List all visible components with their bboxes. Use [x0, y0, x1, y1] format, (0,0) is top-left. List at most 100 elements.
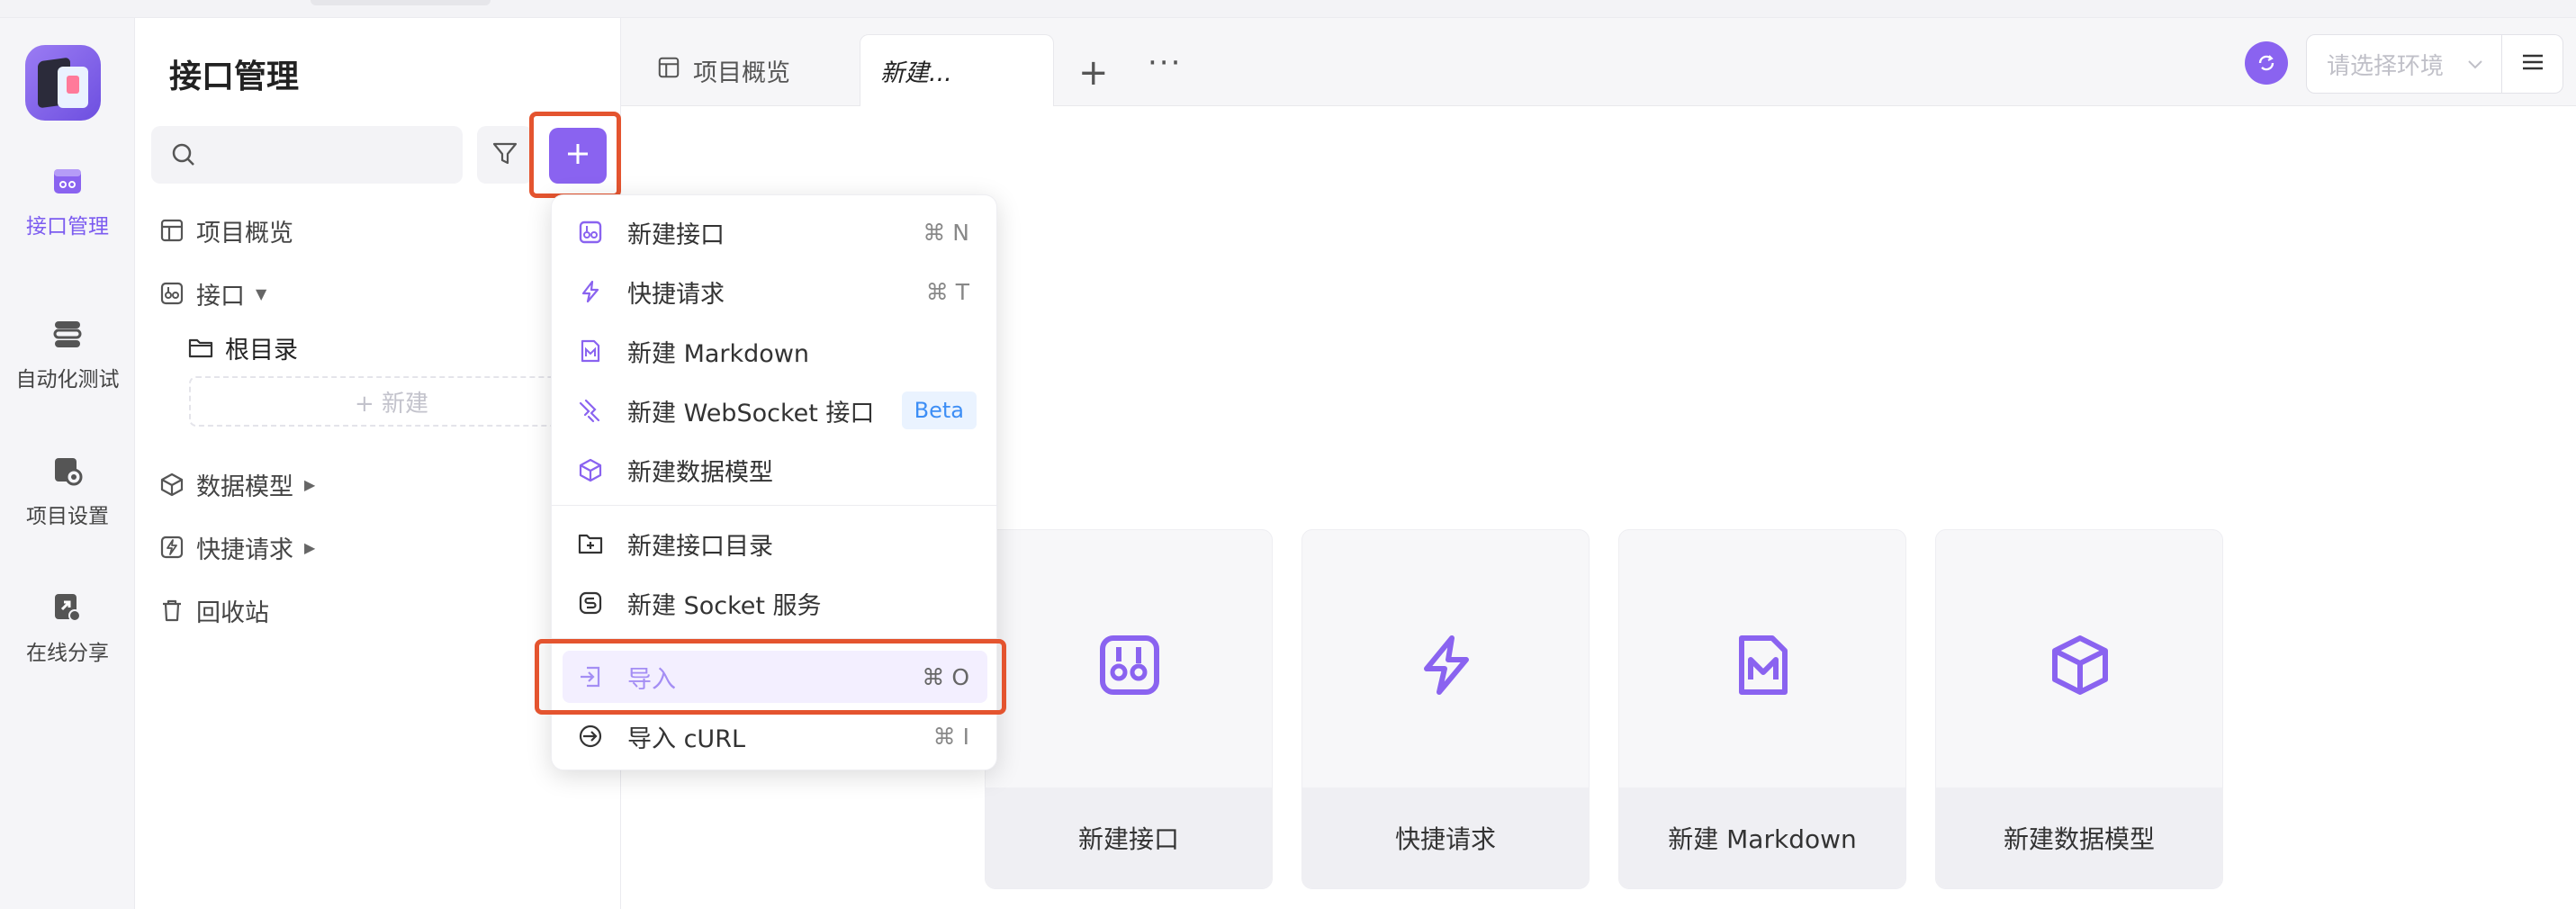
sidebar: 接口管理 项目概览 接口 ▼ 根目录 + 新建 数据模型 ▶ 快捷请求 ▶ 回收… [135, 18, 621, 909]
tab-label: 项目概览 [693, 58, 790, 87]
menu-item-new-socket-service[interactable]: 新建 Socket 服务 [563, 577, 987, 629]
menu-item-label: 新建 Socket 服务 [627, 591, 822, 620]
rail-item-label: 项目设置 [26, 505, 109, 528]
tree-item-label: 快捷请求 [196, 536, 293, 564]
shortcut-label: ⌘ N [923, 219, 969, 246]
card-label: 快捷请求 [1302, 788, 1589, 888]
menu-item-label: 导入 cURL [627, 724, 745, 753]
caret-right-icon[interactable]: ▶ [304, 539, 315, 556]
tree-item-label: 数据模型 [196, 472, 293, 501]
caret-right-icon[interactable]: ▶ [304, 476, 315, 493]
tab-bar: 项目概览 新建... + ··· 请选择环境 [621, 18, 2576, 106]
app-rail: 接口管理 自动化测试 项目设置 在线分享 [0, 18, 135, 909]
new-item-button[interactable]: + 新建 [189, 376, 594, 427]
menu-item-new-websocket[interactable]: 新建 WebSocket 接口 Beta [563, 384, 987, 436]
card-label: 新建 Markdown [1619, 788, 1905, 888]
rail-item-label: 在线分享 [26, 642, 109, 665]
filter-button[interactable] [477, 126, 533, 184]
environment-placeholder: 请选择环境 [2327, 52, 2445, 80]
api-icon [577, 219, 604, 246]
rail-item-label: 自动化测试 [15, 368, 120, 392]
window-top-strip [0, 0, 2576, 18]
rail-item-automation-test[interactable]: 自动化测试 [0, 317, 135, 416]
menu-item-label: 新建接口目录 [627, 532, 773, 561]
card-new-api[interactable]: 新建接口 [985, 529, 1273, 889]
api-icon [50, 164, 85, 198]
card-new-data-model[interactable]: 新建数据模型 [1935, 529, 2223, 889]
overview-icon [158, 217, 185, 244]
menu-item-new-api[interactable]: 新建接口 ⌘ N [563, 206, 987, 258]
sync-icon[interactable] [2245, 41, 2288, 85]
tree-item-root-folder[interactable]: 根目录 [187, 328, 298, 367]
card-new-markdown[interactable]: 新建 Markdown [1618, 529, 1906, 889]
api-icon [158, 280, 185, 307]
menu-button[interactable] [2502, 34, 2563, 94]
tab-new[interactable]: 新建... [860, 34, 1054, 106]
environment-select[interactable]: 请选择环境 [2306, 34, 2502, 94]
tree-item-label: 项目概览 [196, 219, 293, 248]
search-icon [171, 142, 196, 171]
tree-item-quick-requests[interactable]: 快捷请求 ▶ [158, 527, 315, 567]
overview-icon [657, 56, 680, 86]
card-quick-request[interactable]: 快捷请求 [1302, 529, 1590, 889]
menu-item-new-data-model[interactable]: 新建数据模型 [563, 444, 987, 496]
project-settings-icon [50, 454, 85, 488]
folder-icon [187, 334, 214, 361]
menu-item-label: 快捷请求 [627, 280, 725, 309]
folder-add-icon [577, 530, 604, 557]
automation-icon [50, 317, 85, 351]
tab-label: 新建... [880, 59, 952, 87]
menu-item-import-curl[interactable]: 导入 cURL ⌘ I [563, 710, 987, 762]
menu-divider [552, 505, 998, 506]
tree-item-label: 接口 [196, 282, 245, 310]
menu-item-quick-request[interactable]: 快捷请求 ⌘ T [563, 266, 987, 318]
hamburger-icon [2520, 51, 2545, 76]
caret-down-icon[interactable]: ▼ [256, 285, 266, 302]
beta-badge: Beta [901, 392, 977, 429]
shortcut-label: ⌘ T [925, 278, 969, 305]
cube-icon [577, 456, 604, 483]
menu-item-label: 新建 Markdown [627, 339, 810, 368]
menu-item-new-api-folder[interactable]: 新建接口目录 [563, 518, 987, 570]
search-input[interactable] [151, 126, 463, 184]
import-highlight [535, 639, 1006, 715]
tree-item-project-overview[interactable]: 项目概览 [158, 211, 293, 250]
filter-icon [491, 140, 518, 170]
tree-item-data-models[interactable]: 数据模型 ▶ [158, 464, 315, 504]
app-logo [25, 45, 101, 121]
cube-icon [158, 471, 185, 498]
menu-item-new-markdown[interactable]: 新建 Markdown [563, 325, 987, 377]
rail-item-api-management[interactable]: 接口管理 [0, 164, 135, 263]
top-tab-pill [311, 0, 491, 5]
tree-item-recycle-bin[interactable]: 回收站 [158, 590, 269, 630]
share-icon [50, 590, 85, 625]
add-button-highlight [529, 112, 621, 198]
lightning-icon [577, 278, 604, 305]
more-icon[interactable]: ··· [1148, 45, 1182, 81]
card-label: 新建数据模型 [1936, 788, 2222, 888]
socket-icon [577, 590, 604, 616]
sidebar-title: 接口管理 [169, 58, 300, 95]
lightning-icon [158, 534, 185, 561]
markdown-icon [577, 338, 604, 364]
api-icon [1085, 620, 1175, 710]
chevron-down-icon [2465, 53, 2485, 80]
cube-icon [2035, 620, 2125, 710]
tree-item-label: 根目录 [225, 336, 298, 364]
tab-project-overview[interactable]: 项目概览 [657, 34, 790, 106]
menu-item-label: 新建 WebSocket 接口 [627, 399, 875, 428]
shortcut-label: ⌘ I [932, 723, 969, 750]
card-label: 新建接口 [986, 788, 1272, 888]
menu-item-label: 新建接口 [627, 220, 725, 249]
add-tab-icon[interactable]: + [1078, 52, 1109, 94]
trash-icon [158, 597, 185, 624]
markdown-icon [1718, 620, 1808, 710]
lightning-icon [1401, 620, 1491, 710]
tree-item-api[interactable]: 接口 ▼ [158, 274, 266, 313]
tree-item-label: 回收站 [196, 598, 269, 627]
rail-item-label: 接口管理 [26, 215, 109, 238]
rail-item-project-settings[interactable]: 项目设置 [0, 454, 135, 553]
websocket-icon [577, 397, 604, 424]
menu-item-label: 新建数据模型 [627, 458, 773, 487]
rail-item-online-share[interactable]: 在线分享 [0, 590, 135, 689]
